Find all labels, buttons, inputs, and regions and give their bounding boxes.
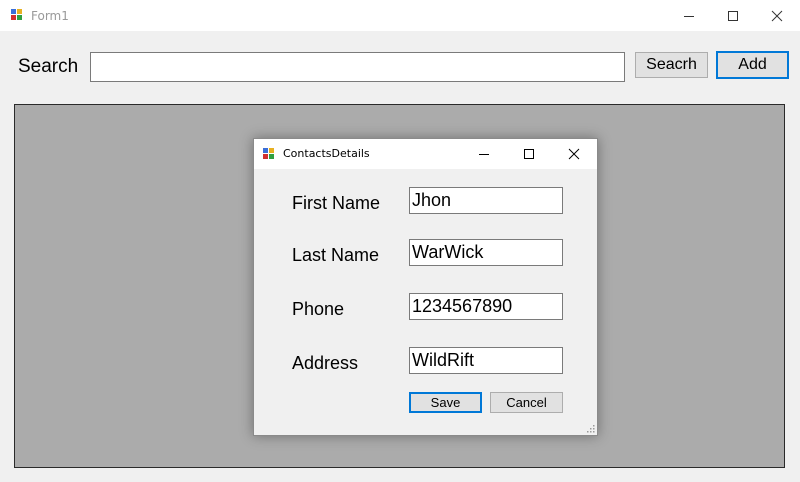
close-icon [568, 148, 580, 160]
first-name-field[interactable]: Jhon [409, 187, 563, 214]
close-button[interactable] [754, 0, 800, 31]
resize-grip-icon[interactable] [586, 424, 595, 433]
address-field[interactable]: WildRift [409, 347, 563, 374]
window-titlebar[interactable]: Form1 [0, 0, 800, 31]
contacts-details-window: ContactsDetails First Name Jhon Last Nam… [253, 138, 598, 436]
window-title: Form1 [31, 9, 69, 23]
dialog-titlebar[interactable]: ContactsDetails [254, 139, 597, 169]
last-name-label: Last Name [292, 245, 380, 265]
minimize-icon [684, 15, 694, 17]
dialog-title: ContactsDetails [283, 147, 370, 160]
first-name-label: First Name [292, 193, 381, 213]
dialog-maximize-button[interactable] [507, 139, 551, 169]
address-label: Address [292, 353, 359, 373]
minimize-button[interactable] [666, 0, 712, 31]
minimize-icon [479, 154, 489, 155]
app-icon [11, 9, 23, 21]
dialog-minimize-button[interactable] [462, 139, 506, 169]
cancel-button[interactable]: Cancel [490, 392, 563, 413]
close-icon [771, 10, 783, 21]
phone-label: Phone [292, 299, 345, 319]
phone-field[interactable]: 1234567890 [409, 293, 563, 320]
maximize-icon [728, 10, 738, 21]
maximize-icon [524, 149, 534, 159]
search-label: Search [18, 56, 79, 77]
maximize-button[interactable] [710, 0, 756, 31]
dialog-close-button[interactable] [552, 139, 596, 169]
add-button[interactable]: Add [716, 51, 789, 79]
last-name-field[interactable]: WarWick [409, 239, 563, 266]
search-input[interactable] [90, 52, 625, 82]
save-button[interactable]: Save [409, 392, 482, 413]
search-button[interactable]: Seacrh [635, 52, 708, 78]
dialog-app-icon [263, 148, 275, 160]
